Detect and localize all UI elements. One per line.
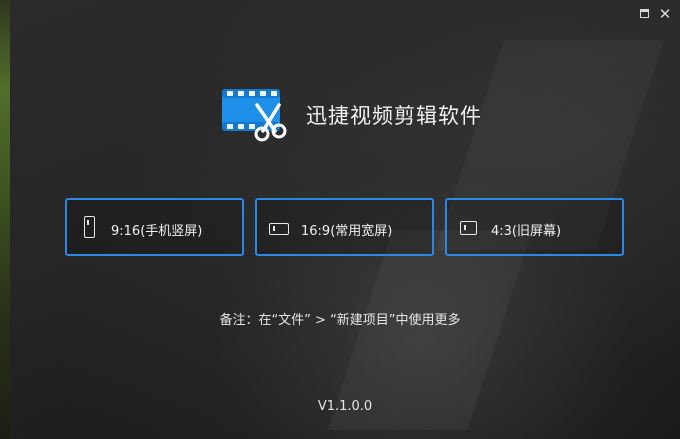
usage-note: 备注：在“文件” > “新建项目”中使用更多 xyxy=(219,313,461,328)
ratio-16-9-label: 16:9(常用宽屏) xyxy=(301,224,393,239)
app-title: 迅捷视频剪辑软件 xyxy=(306,104,482,128)
ratio-4-3-button[interactable]: 4:3(旧屏幕) xyxy=(445,198,624,256)
widescreen-icon xyxy=(269,223,289,235)
restore-window-icon[interactable] xyxy=(636,5,654,23)
ratio-4-3-label: 4:3(旧屏幕) xyxy=(491,224,562,239)
close-icon[interactable]: ✕ xyxy=(656,5,674,23)
portrait-screen-icon xyxy=(84,216,95,238)
app-logo-icon xyxy=(221,87,291,143)
classic-screen-icon xyxy=(460,221,477,235)
app-window: ✕ 迅捷视频剪辑软件 9:16(手机竖屏) 16:9(常用宽屏) 4:3(旧屏幕… xyxy=(0,0,680,439)
ratio-9-16-label: 9:16(手机竖屏) xyxy=(111,224,203,239)
background-strip xyxy=(0,0,10,439)
version-label: V1.1.0.0 xyxy=(317,399,373,414)
ratio-9-16-button[interactable]: 9:16(手机竖屏) xyxy=(65,198,244,256)
ratio-16-9-button[interactable]: 16:9(常用宽屏) xyxy=(255,198,434,256)
